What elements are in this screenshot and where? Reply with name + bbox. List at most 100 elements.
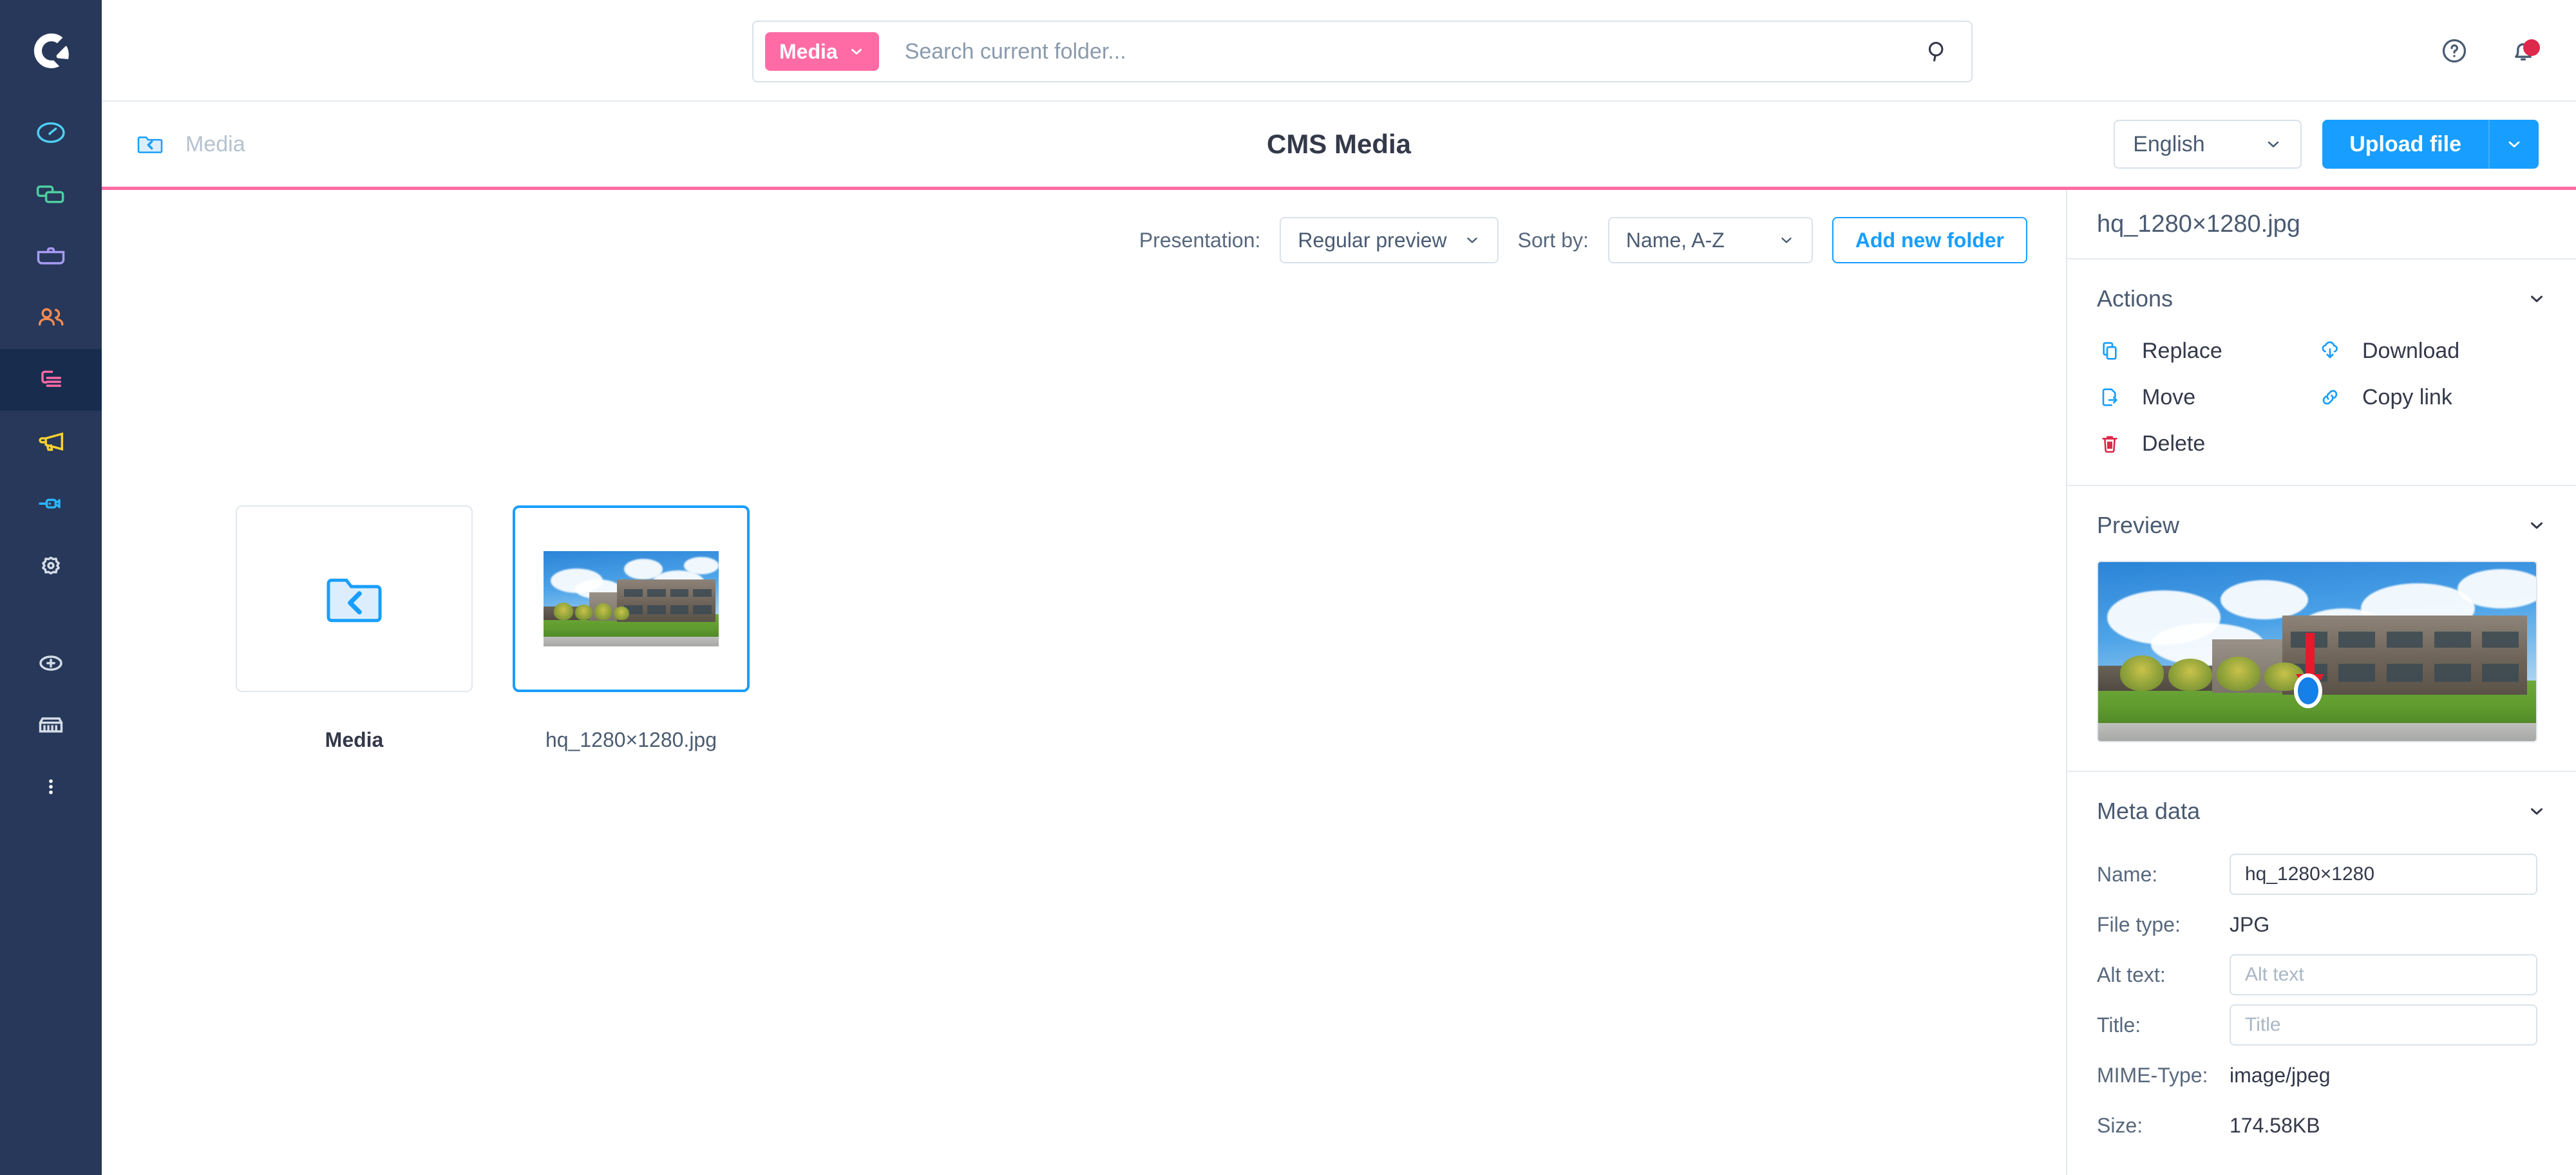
metadata-row-size: Size: 174.58KB: [2097, 1100, 2546, 1151]
title-label: Title:: [2097, 1013, 2141, 1037]
search-input[interactable]: [904, 39, 1915, 64]
download-action[interactable]: Download: [2317, 338, 2546, 364]
help-circle-icon: [2442, 39, 2467, 63]
megaphone-icon: [39, 432, 64, 451]
smartbar-actions: English Upload file: [2114, 120, 2539, 169]
name-label: Name:: [2097, 862, 2158, 886]
presentation-select-value: Regular preview: [1298, 228, 1447, 252]
content-icon: [41, 370, 62, 387]
breadcrumb[interactable]: Media: [135, 129, 245, 159]
sort-label: Sort by:: [1517, 228, 1589, 252]
chevron-down-icon: [2268, 141, 2279, 147]
sidebar-item-more[interactable]: [0, 756, 102, 818]
replace-action-label: Replace: [2142, 338, 2222, 363]
global-search-bar[interactable]: Media: [752, 21, 1973, 82]
image-tile[interactable]: [513, 505, 750, 692]
mime-type-label: MIME-Type:: [2097, 1063, 2208, 1087]
sidebar-item-settings[interactable]: [0, 534, 102, 596]
metadata-section-title: Meta data: [2097, 798, 2201, 824]
name-input[interactable]: [2230, 854, 2537, 895]
metadata-row-name: Name:: [2097, 849, 2546, 899]
chevron-down-icon[interactable]: [2527, 516, 2546, 535]
folder-back-icon: [327, 578, 382, 623]
copy-icon: [36, 185, 64, 203]
download-action-label: Download: [2362, 338, 2460, 363]
sort-select[interactable]: Name, A-Z: [1607, 217, 1813, 263]
actions-section-header[interactable]: Actions: [2097, 285, 2546, 312]
sidebar-item-catalogues[interactable]: [0, 164, 102, 225]
global-topbar: Media: [102, 0, 2576, 102]
metadata-rows: Name: File type: JPG Alt text: Title: [2097, 849, 2546, 1151]
metadata-row-alt: Alt text:: [2097, 950, 2546, 1000]
metadata-section: Meta data Name: File type: JPG: [2067, 772, 2576, 1175]
alt-text-input[interactable]: [2230, 954, 2537, 995]
media-grid-item-folder[interactable]: Media: [236, 505, 473, 752]
copy-link-action[interactable]: Copy link: [2317, 384, 2546, 410]
upload-file-button[interactable]: Upload file: [2322, 120, 2488, 169]
help-button[interactable]: [2439, 36, 2469, 66]
presentation-select[interactable]: Regular preview: [1280, 217, 1499, 263]
chevron-down-icon[interactable]: [2527, 802, 2546, 821]
preview-image-box[interactable]: [2097, 561, 2537, 742]
main-column: Media Search current folder... Media CMS…: [102, 0, 2576, 1175]
media-sidebar-title: hq_1280×1280.jpg: [2067, 190, 2576, 259]
title-input[interactable]: [2230, 1004, 2537, 1046]
media-grid: Media hq_1280×1280.jpg: [236, 505, 750, 752]
main-sidebar: [0, 0, 102, 1175]
plug-icon: [39, 498, 61, 509]
image-thumbnail: [544, 551, 719, 646]
preview-section-title: Preview: [2097, 512, 2180, 538]
sidebar-item-content[interactable]: [0, 349, 102, 411]
size-value: 174.58KB: [2230, 1113, 2320, 1137]
gear-icon: [42, 556, 60, 575]
media-sidebar-panel: hq_1280×1280.jpg Actions Replace Downloa…: [2066, 190, 2576, 1175]
shopware-admin-app: Media Search current folder... Media CMS…: [0, 0, 2576, 1175]
folder-tile[interactable]: [236, 505, 473, 692]
language-select[interactable]: English: [2114, 120, 2302, 169]
users-icon: [38, 308, 64, 326]
move-action[interactable]: Move: [2097, 384, 2317, 410]
filetype-value: JPG: [2230, 912, 2270, 936]
mime-type-value: image/jpeg: [2230, 1063, 2331, 1087]
search-icon: [1928, 42, 1944, 62]
delete-action[interactable]: Delete: [2097, 431, 2317, 456]
plus-circle-icon: [39, 655, 62, 671]
media-grid-item-image[interactable]: hq_1280×1280.jpg: [513, 505, 750, 752]
search-submit-button[interactable]: [1915, 37, 1960, 66]
chevron-down-icon: [2508, 141, 2520, 147]
actions-list: Replace Download Move Copy link Delete: [2097, 338, 2546, 456]
add-new-folder-button[interactable]: Add new folder: [1832, 217, 2027, 263]
shopware-logo[interactable]: [0, 0, 102, 102]
sidebar-nav: [0, 102, 102, 818]
metadata-row-filetype: File type: JPG: [2097, 899, 2546, 950]
sidebar-item-customers[interactable]: [0, 287, 102, 349]
upload-options-button[interactable]: [2488, 120, 2539, 169]
store-icon: [39, 717, 63, 733]
preview-section-header[interactable]: Preview: [2097, 512, 2546, 539]
metadata-section-header[interactable]: Meta data: [2097, 798, 2546, 825]
delete-action-label: Delete: [2142, 431, 2206, 456]
smart-bar: Media CMS Media English Upload file: [102, 102, 2576, 190]
topbar-actions: [2439, 0, 2540, 102]
chevron-down-icon: [851, 48, 862, 55]
size-label: Size:: [2097, 1113, 2143, 1137]
search-scope-badge[interactable]: Media: [765, 32, 879, 71]
sidebar-item-store[interactable]: [0, 694, 102, 756]
replace-action[interactable]: Replace: [2097, 338, 2317, 364]
sort-select-value: Name, A-Z: [1625, 228, 1725, 252]
sidebar-item-add[interactable]: [0, 632, 102, 694]
sidebar-item-dashboard[interactable]: [0, 102, 102, 164]
cloud-download-icon: [2322, 341, 2338, 359]
media-toolbar: Presentation: Regular preview Sort by: N…: [1139, 217, 2027, 263]
actions-section: Actions Replace Download Move Copy link …: [2067, 259, 2576, 486]
sidebar-item-extensions[interactable]: [0, 473, 102, 534]
alt-text-label: Alt text:: [2097, 963, 2166, 986]
upload-button-group: Upload file: [2322, 120, 2539, 169]
sidebar-item-marketing[interactable]: [0, 411, 102, 473]
trash-icon: [2102, 436, 2117, 453]
chevron-down-icon[interactable]: [2527, 289, 2546, 308]
shopware-logo-icon: [33, 33, 69, 68]
actions-section-title: Actions: [2097, 285, 2174, 312]
notifications-button[interactable]: [2508, 35, 2540, 66]
sidebar-item-orders[interactable]: [0, 225, 102, 287]
